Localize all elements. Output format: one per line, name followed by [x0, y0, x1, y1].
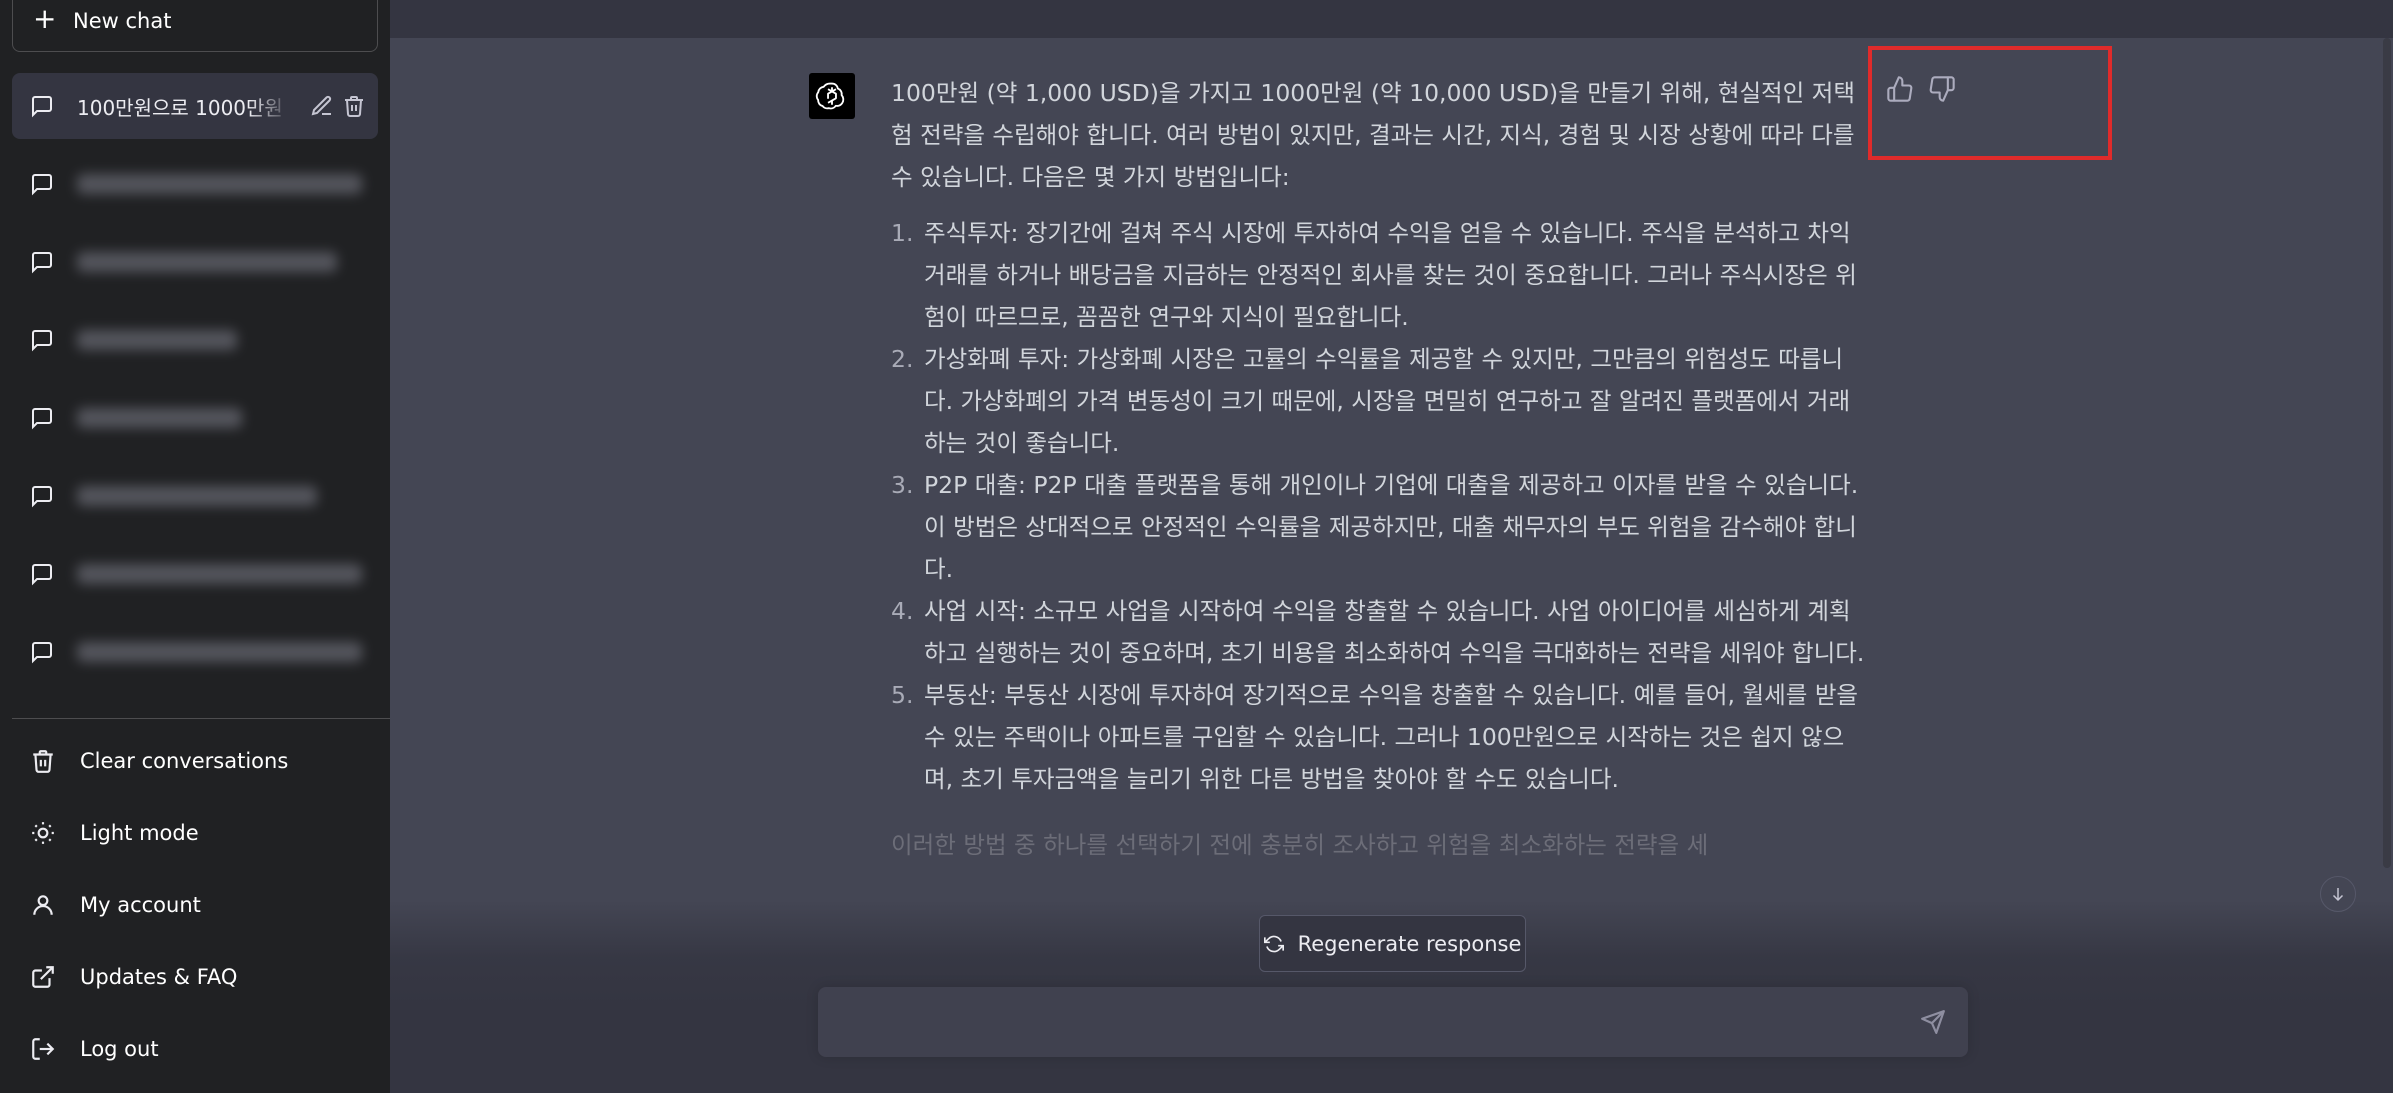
list-item: 2. 가상화폐 투자: 가상화폐 시장은 고률의 수익률을 제공할 수 있지만, … — [891, 338, 1871, 464]
message-list: 1. 주식투자: 장기간에 걸쳐 주식 시장에 투자하여 수익을 얻을 수 있습니… — [891, 212, 1871, 800]
assistant-avatar — [809, 73, 855, 119]
menu-label: Log out — [80, 1037, 159, 1061]
list-number: 3. — [891, 471, 914, 499]
menu-label: My account — [80, 893, 201, 917]
thumbs-down-icon[interactable] — [1928, 75, 1956, 103]
edit-icon[interactable] — [310, 94, 334, 118]
list-item: 5. 부동산: 부동산 시장에 투자하여 장기적으로 수익을 창출할 수 있습니다… — [891, 674, 1871, 800]
sidebar-menu: Clear conversations Light mode My accoun… — [12, 725, 378, 1085]
list-text: 가상화폐 투자: 가상화폐 시장은 고률의 수익률을 제공할 수 있지만, 그만… — [924, 345, 1851, 457]
previous-message-area — [390, 0, 2393, 38]
blurred-chat-title — [77, 330, 237, 350]
sidebar-divider — [12, 718, 390, 719]
blurred-chat-title — [77, 564, 362, 584]
chat-bubble-icon — [32, 252, 52, 274]
chat-history-item-active[interactable]: 100만원으로 1000만원 — [12, 73, 378, 139]
menu-label: Light mode — [80, 821, 199, 845]
chat-history-item[interactable] — [12, 385, 378, 451]
list-text: P2P 대출: P2P 대출 플랫폼을 통해 개인이나 기업에 대출을 제공하고… — [924, 471, 1859, 583]
chat-title: 100만원으로 1000만원 — [77, 95, 283, 120]
list-item: 4. 사업 시작: 소규모 사업을 시작하여 수익을 창출할 수 있습니다. 사업… — [891, 590, 1871, 674]
my-account-button[interactable]: My account — [12, 869, 378, 941]
regenerate-response-button[interactable]: Regenerate response — [1259, 915, 1526, 972]
message-outro: 이러한 방법 중 하나를 선택하기 전에 충분히 조사하고 위험을 최소화하는 … — [891, 831, 1709, 859]
new-chat-label: New chat — [73, 9, 172, 33]
chat-history-item[interactable] — [12, 541, 378, 607]
sun-icon — [32, 822, 54, 844]
delete-icon[interactable] — [342, 94, 366, 118]
list-item: 1. 주식투자: 장기간에 걸쳐 주식 시장에 투자하여 수익을 얻을 수 있습니… — [891, 212, 1871, 338]
chat-bubble-icon — [32, 96, 52, 118]
regenerate-label: Regenerate response — [1297, 931, 1522, 956]
list-text: 주식투자: 장기간에 걸쳐 주식 시장에 투자하여 수익을 얻을 수 있습니다.… — [924, 219, 1857, 331]
log-out-button[interactable]: Log out — [12, 1013, 378, 1085]
clear-conversations-button[interactable]: Clear conversations — [12, 725, 378, 797]
assistant-message: 100만원 (약 1,000 USD)을 가지고 1000만원 (약 10,00… — [891, 72, 1871, 866]
updates-faq-link[interactable]: Updates & FAQ — [12, 941, 378, 1013]
user-icon — [33, 895, 53, 915]
scrollbar[interactable] — [2381, 38, 2393, 868]
chat-input[interactable] — [838, 1007, 1888, 1037]
scroll-to-bottom-button[interactable] — [2320, 876, 2356, 912]
logout-icon — [32, 1038, 55, 1060]
blurred-chat-title — [77, 408, 242, 428]
menu-label: Clear conversations — [80, 749, 289, 773]
scrollbar-thumb[interactable] — [2383, 38, 2391, 868]
chat-bubble-icon — [32, 174, 52, 196]
plus-icon: + — [33, 2, 57, 35]
arrow-down-icon — [2332, 888, 2344, 902]
list-number: 1. — [891, 219, 914, 247]
blurred-chat-title — [77, 486, 317, 506]
feedback-buttons — [1886, 75, 1956, 109]
light-mode-button[interactable]: Light mode — [12, 797, 378, 869]
chat-input-container — [818, 987, 1968, 1057]
chat-bubble-icon — [32, 642, 52, 664]
new-chat-button[interactable]: + New chat — [12, 0, 378, 52]
send-icon[interactable] — [1920, 1009, 1946, 1035]
external-link-icon — [32, 966, 54, 988]
refresh-icon — [1263, 935, 1284, 952]
blurred-chat-title — [77, 642, 362, 662]
chat-bubble-icon — [32, 408, 52, 430]
thumbs-up-icon[interactable] — [1886, 75, 1914, 103]
message-intro: 100만원 (약 1,000 USD)을 가지고 1000만원 (약 10,00… — [891, 79, 1856, 191]
chat-history-item[interactable] — [12, 307, 378, 373]
chat-history-item[interactable] — [12, 151, 378, 217]
trash-icon — [33, 750, 53, 773]
chat-bubble-icon — [32, 564, 52, 586]
list-number: 5. — [891, 681, 914, 709]
chat-history-item[interactable] — [12, 619, 378, 685]
list-number: 2. — [891, 345, 914, 373]
list-item: 3. P2P 대출: P2P 대출 플랫폼을 통해 개인이나 기업에 대출을 제공… — [891, 464, 1871, 590]
blurred-chat-title — [77, 174, 362, 194]
list-text: 사업 시작: 소규모 사업을 시작하여 수익을 창출할 수 있습니다. 사업 아… — [924, 597, 1865, 667]
openai-logo-icon — [815, 82, 845, 110]
chat-history-list: 100만원으로 1000만원 — [12, 73, 378, 697]
chat-bubble-icon — [32, 486, 52, 508]
list-text: 부동산: 부동산 시장에 투자하여 장기적으로 수익을 창출할 수 있습니다. … — [924, 681, 1859, 793]
blurred-chat-title — [77, 252, 337, 272]
list-number: 4. — [891, 597, 914, 625]
menu-label: Updates & FAQ — [80, 965, 238, 989]
chat-history-item[interactable] — [12, 229, 378, 295]
chat-history-item[interactable] — [12, 463, 378, 529]
sidebar: + New chat 100만원으로 1000만원 Clear conversa… — [0, 0, 390, 1093]
chat-bubble-icon — [32, 330, 52, 352]
